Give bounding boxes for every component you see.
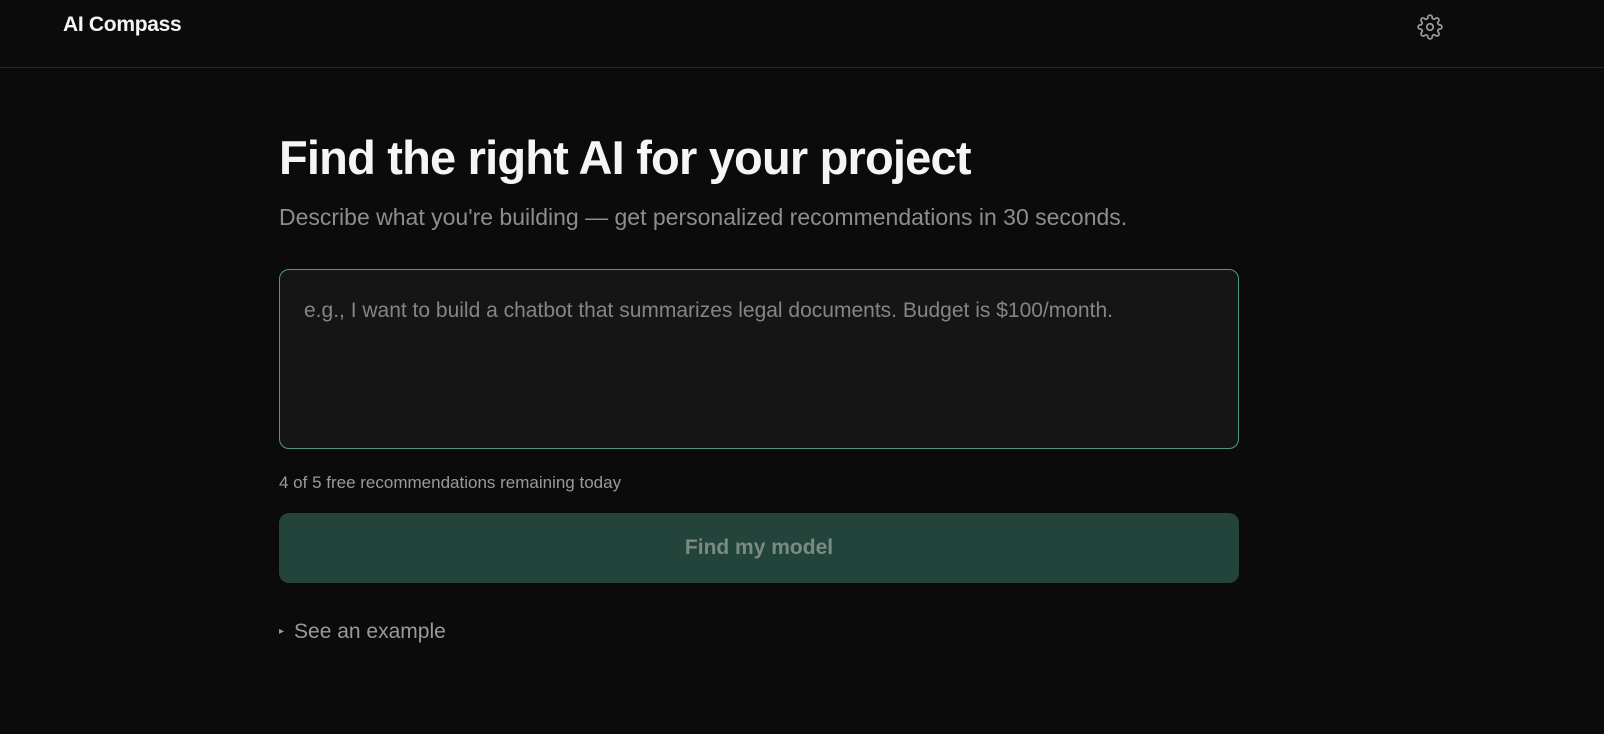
- see-example-toggle[interactable]: ▸ See an example: [279, 620, 446, 644]
- triangle-right-icon: ▸: [279, 626, 285, 637]
- gear-icon: [1417, 13, 1443, 45]
- main-content: Find the right AI for your project Descr…: [279, 128, 1239, 644]
- find-my-model-button[interactable]: Find my model: [279, 513, 1239, 583]
- project-description-input[interactable]: [279, 269, 1239, 449]
- see-example-label: See an example: [294, 620, 446, 643]
- page-title: Find the right AI for your project: [279, 131, 972, 184]
- page-subtitle: Describe what you're building — get pers…: [279, 204, 1128, 230]
- top-bar: AI Compass: [0, 0, 1604, 68]
- quota-remaining-text: 4 of 5 free recommendations remaining to…: [279, 473, 622, 492]
- brand-logo[interactable]: AI Compass: [63, 13, 182, 37]
- settings-button[interactable]: [1414, 13, 1446, 45]
